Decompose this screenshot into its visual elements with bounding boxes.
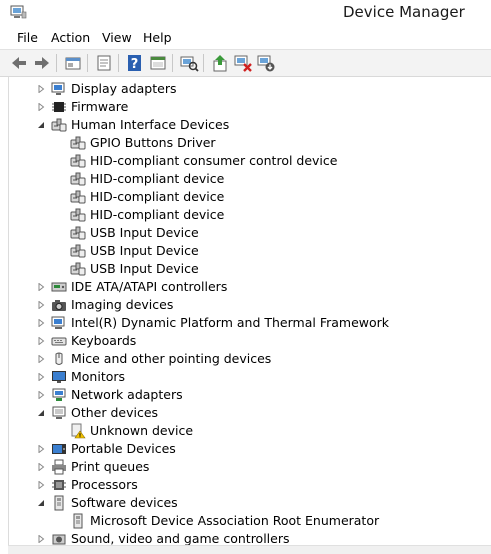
title-bar: Device Manager bbox=[0, 0, 491, 26]
mouse-icon bbox=[55, 352, 63, 365]
monitor-icon bbox=[52, 371, 66, 383]
computer-icon bbox=[51, 316, 65, 329]
tree-item-label: Microsoft Device Association Root Enumer… bbox=[90, 513, 380, 528]
unknown-device-warning-icon bbox=[71, 423, 86, 439]
tree-item-label: USB Input Device bbox=[90, 225, 199, 240]
tree-item-label: Monitors bbox=[71, 369, 126, 384]
tree-item-label: HID-compliant device bbox=[90, 189, 225, 204]
expand-arrow-closed-icon[interactable] bbox=[37, 445, 45, 453]
hid-icon bbox=[70, 208, 86, 222]
processor-icon bbox=[52, 480, 66, 490]
expand-arrow-closed-icon[interactable] bbox=[37, 337, 45, 345]
unknown-device-icon bbox=[52, 406, 66, 419]
back-icon[interactable] bbox=[9, 53, 29, 73]
forward-icon[interactable] bbox=[32, 53, 52, 73]
expand-arrow-closed-icon[interactable] bbox=[37, 391, 45, 399]
camera-icon bbox=[52, 300, 66, 311]
tree-item-label: Display adapters bbox=[71, 81, 177, 96]
toolbar-separator bbox=[56, 54, 57, 72]
tree-item-label: Processors bbox=[71, 477, 138, 492]
expand-arrow-open-icon[interactable] bbox=[37, 409, 45, 417]
tree-item-label: HID-compliant consumer control device bbox=[90, 153, 338, 168]
menu-view[interactable]: View bbox=[102, 30, 132, 45]
hid-icon bbox=[70, 262, 86, 276]
display-adapter-icon bbox=[51, 82, 65, 95]
tree-item-label: Other devices bbox=[71, 405, 159, 420]
device-tree: Display adapters Firmware Human Interface … bbox=[8, 77, 490, 553]
device-manager-icon bbox=[10, 5, 27, 19]
tree-item-label: Unknown device bbox=[90, 423, 194, 438]
expand-arrow-closed-icon[interactable] bbox=[37, 319, 45, 327]
expand-arrow-closed-icon[interactable] bbox=[37, 301, 45, 309]
disable-device-icon[interactable] bbox=[256, 53, 276, 73]
tree-item-label: Human Interface Devices bbox=[71, 117, 230, 132]
keyboard-icon bbox=[51, 337, 67, 346]
toolbar: ? bbox=[0, 49, 491, 77]
tree-item-label: Firmware bbox=[71, 99, 129, 114]
menu-help[interactable]: Help bbox=[143, 30, 172, 45]
uninstall-device-icon[interactable] bbox=[233, 53, 253, 73]
expand-arrow-closed-icon[interactable] bbox=[37, 463, 45, 471]
menu-bar: File Action View Help bbox=[0, 27, 491, 49]
software-device-icon bbox=[54, 495, 64, 511]
hid-icon bbox=[70, 172, 86, 186]
tree-item-label: Print queues bbox=[71, 459, 150, 474]
tree-item-label: USB Input Device bbox=[90, 243, 199, 258]
hid-icon bbox=[70, 154, 86, 168]
printer-icon bbox=[52, 459, 66, 475]
software-device-icon bbox=[73, 513, 83, 529]
tree-item-label: USB Input Device bbox=[90, 261, 199, 276]
tree-item-label: GPIO Buttons Driver bbox=[90, 135, 216, 150]
toolbar-separator bbox=[172, 54, 173, 72]
hid-icon bbox=[70, 190, 86, 204]
expand-arrow-closed-icon[interactable] bbox=[37, 283, 45, 291]
firmware-icon bbox=[52, 102, 66, 112]
expand-arrow-closed-icon[interactable] bbox=[37, 373, 45, 381]
ide-controller-icon bbox=[51, 282, 67, 292]
window-title: Device Manager bbox=[343, 3, 465, 21]
toolbar-separator bbox=[118, 54, 119, 72]
expand-arrow-closed-icon[interactable] bbox=[37, 85, 45, 93]
tree-item-label: IDE ATA/ATAPI controllers bbox=[71, 279, 228, 294]
tree-item-label: Software devices bbox=[71, 495, 178, 510]
hid-icon bbox=[70, 244, 86, 258]
tree-item-label: Mice and other pointing devices bbox=[71, 351, 272, 366]
hid-icon bbox=[70, 136, 86, 150]
network-icon bbox=[52, 388, 66, 401]
properties-icon[interactable] bbox=[94, 53, 114, 73]
expand-arrow-open-icon[interactable] bbox=[37, 121, 45, 129]
tree-item-label: Portable Devices bbox=[71, 441, 176, 456]
expand-arrow-closed-icon[interactable] bbox=[37, 535, 45, 543]
svg-text:?: ? bbox=[131, 57, 139, 72]
update-driver-icon[interactable] bbox=[210, 53, 230, 73]
tree-item-label: HID-compliant device bbox=[90, 171, 225, 186]
help-icon[interactable]: ? bbox=[125, 53, 145, 73]
expand-arrow-closed-icon[interactable] bbox=[37, 355, 45, 363]
hid-icon bbox=[51, 118, 67, 132]
tree-item-label: Intel(R) Dynamic Platform and Thermal Fr… bbox=[71, 315, 390, 330]
expand-arrow-closed-icon[interactable] bbox=[37, 103, 45, 111]
tree-item-label: Keyboards bbox=[71, 333, 137, 348]
menu-file[interactable]: File bbox=[17, 30, 38, 45]
menu-action[interactable]: Action bbox=[51, 30, 90, 45]
tree-item-label: Network adapters bbox=[71, 387, 183, 402]
hid-icon bbox=[70, 226, 86, 240]
portable-device-icon bbox=[52, 444, 66, 454]
show-hide-icon[interactable] bbox=[63, 53, 83, 73]
tree-item-label: Imaging devices bbox=[71, 297, 174, 312]
toolbar-separator bbox=[203, 54, 204, 72]
scan-hardware-icon[interactable] bbox=[179, 53, 199, 73]
expand-arrow-open-icon[interactable] bbox=[37, 499, 45, 507]
action-view-icon[interactable] bbox=[148, 53, 168, 73]
tree-item-label: HID-compliant device bbox=[90, 207, 225, 222]
toolbar-separator bbox=[87, 54, 88, 72]
expand-arrow-closed-icon[interactable] bbox=[37, 481, 45, 489]
